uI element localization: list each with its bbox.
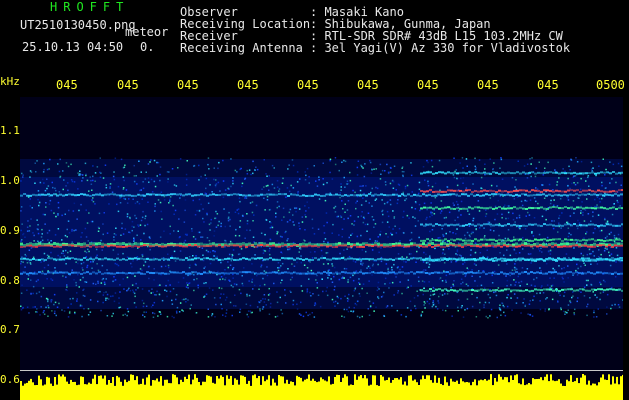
frequency-tick-label: 0.8 — [0, 274, 20, 287]
noise-baseline — [20, 370, 623, 371]
image-filename: UT2510130450.png — [20, 18, 136, 32]
time-tick-label: 045 — [357, 78, 379, 92]
time-tick-label: 045 — [477, 78, 499, 92]
time-tick-label: 045 — [177, 78, 199, 92]
frequency-tick-label: 0.7 — [0, 323, 20, 336]
mode-label: meteor — [125, 25, 169, 39]
time-tick-label: 0500 — [596, 78, 625, 92]
frequency-tick-label: 1.0 — [0, 174, 20, 187]
antenna-value: : 3el Yagi(V) Az 330 for Vladivostok — [310, 41, 571, 55]
time-tick-label: 045 — [117, 78, 139, 92]
time-tick-label: 045 — [537, 78, 559, 92]
frequency-tick-label: 0.6 — [0, 373, 20, 386]
frequency-tick-label: 1.1 — [0, 124, 20, 137]
spectrogram — [20, 97, 623, 400]
time-tick-label: 045 — [297, 78, 319, 92]
frequency-unit-label: kHz — [0, 75, 20, 88]
capture-datetime: 25.10.13 04:50 — [22, 40, 124, 54]
time-tick-label: 045 — [56, 78, 78, 92]
time-tick-label: 045 — [237, 78, 259, 92]
meteor-count: 0. — [140, 40, 155, 54]
antenna-label: Receiving Antenna — [180, 41, 303, 55]
frequency-tick-label: 0.9 — [0, 224, 20, 237]
app-brand: HROFFT — [50, 0, 130, 14]
time-tick-label: 045 — [417, 78, 439, 92]
